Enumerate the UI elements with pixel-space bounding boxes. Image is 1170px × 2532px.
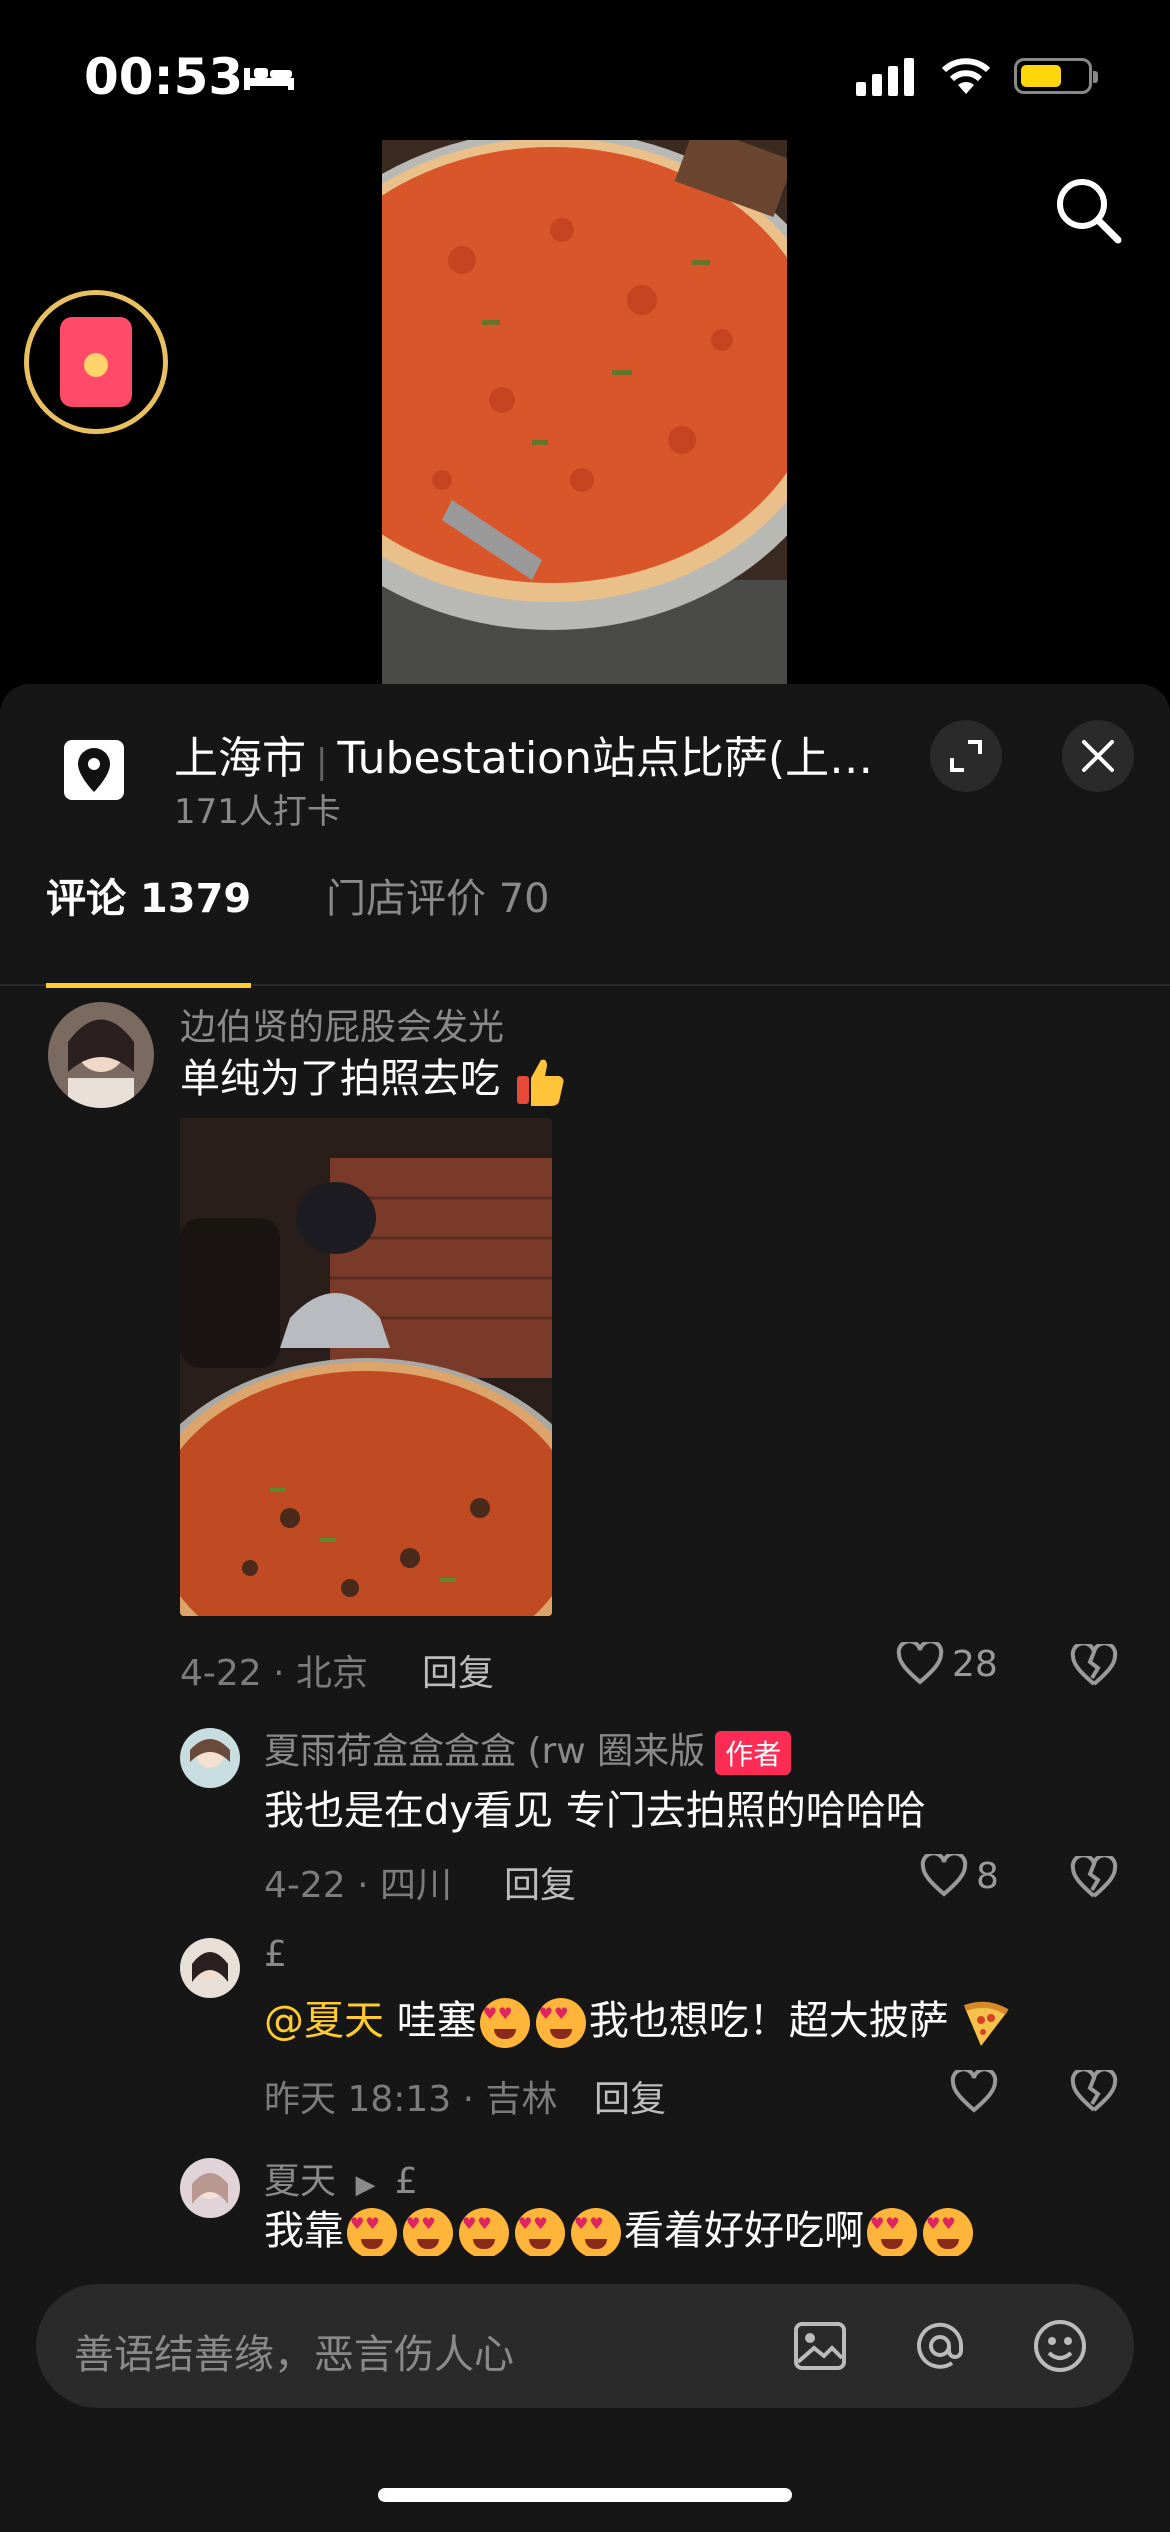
reply-date-location: 4-22 · 四川 [264, 1865, 453, 1906]
reply-button[interactable]: 回复 [594, 2070, 666, 2122]
heart-eyes-emoji-icon [535, 1998, 586, 2048]
comment-date-location: 4-22 · 北京 [180, 1653, 369, 1694]
reply-text: @夏天 哇塞 我也想吃！超大披萨 [264, 1988, 1011, 2048]
avatar[interactable] [180, 2158, 240, 2218]
heart-eyes-emoji-icon [403, 2208, 453, 2256]
tab-bar: 评论 1379 门店评价 70 [0, 864, 1170, 988]
video-thumbnail[interactable] [382, 140, 787, 685]
comment-photo[interactable] [180, 1118, 552, 1616]
search-icon [1057, 179, 1122, 244]
heart-eyes-emoji-icon [867, 2208, 917, 2256]
reply-username[interactable]: 夏雨荷盒盒盒盒 (rw 圈来版 作者 [264, 1722, 792, 1775]
expand-icon [950, 740, 982, 772]
tab-comments[interactable]: 评论 1379 [46, 864, 252, 988]
heart-icon [920, 1854, 968, 1897]
broken-heart-icon[interactable] [1070, 1856, 1118, 1900]
reply-to-username: £ [394, 2161, 418, 2202]
tab-comments-label: 评论 1379 [46, 876, 252, 922]
like-button[interactable]: 8 [920, 1854, 999, 1898]
reply-text-a: 我靠 [264, 2208, 344, 2254]
reply-button[interactable]: 回复 [422, 1644, 494, 1696]
wifi-icon [941, 58, 991, 94]
heart-icon[interactable] [950, 2070, 998, 2114]
at-mention-icon[interactable] [908, 2314, 972, 2378]
comment-input[interactable]: 善语结善缘，恶言伤人心 [36, 2284, 1134, 2408]
author-badge: 作者 [715, 1731, 792, 1775]
title-separator: | [316, 742, 328, 782]
mention-link[interactable]: @夏天 [264, 1998, 384, 2044]
heart-eyes-emoji-icon [479, 1998, 530, 2048]
status-bar: 00:53 [0, 0, 1170, 140]
red-packet-button[interactable] [24, 290, 168, 434]
tab-store-reviews-label: 门店评价 70 [326, 876, 550, 922]
comment-sheet: 上海市 | Tubestation站点比萨(上… 171人打卡 评论 1379 门店… [0, 684, 1170, 2532]
expand-button[interactable] [930, 720, 1002, 792]
broken-heart-icon[interactable] [1070, 1644, 1118, 1688]
reply-date-location: 昨天 18:13 · 吉林 [264, 2079, 558, 2120]
reply-username-text: 夏雨荷盒盒盒盒 (rw 圈来版 [264, 1731, 706, 1772]
reply-text-b: 看着好好吃啊 [624, 2208, 864, 2254]
location-title[interactable]: 上海市 | Tubestation站点比萨(上… [174, 722, 873, 786]
comment-text-content: 单纯为了拍照去吃 [180, 1056, 500, 1102]
comment-username[interactable]: 边伯贤的屁股会发光 [180, 998, 504, 1050]
reply-username-text: 夏天 [264, 2161, 337, 2202]
reply-text-a: 哇塞 [396, 1998, 477, 2044]
home-indicator[interactable] [378, 2488, 792, 2502]
close-button[interactable] [1062, 720, 1134, 792]
tab-store-reviews[interactable]: 门店评价 70 [326, 864, 550, 986]
broken-heart-icon[interactable] [1070, 2070, 1118, 2114]
comment-list: 边伯贤的屁股会发光 单纯为了拍照去吃 4-22 · 北京 回复 28 夏雨荷盒盒… [0, 988, 1170, 2256]
heart-icon [896, 1642, 944, 1685]
battery-icon [1014, 58, 1098, 94]
location-name: Tubestation站点比萨(上… [337, 733, 874, 784]
location-city: 上海市 [174, 733, 306, 784]
close-icon [1082, 740, 1114, 772]
heart-eyes-emoji-icon [923, 2208, 973, 2256]
like-count: 28 [952, 1643, 998, 1685]
avatar[interactable] [180, 1728, 240, 1788]
sleep-bed-icon [244, 68, 294, 90]
image-icon[interactable] [788, 2314, 852, 2378]
emoji-icon[interactable] [1028, 2314, 1092, 2378]
like-button[interactable]: 28 [896, 1642, 998, 1686]
pizza-emoji-icon [964, 2001, 1009, 2046]
thumbs-up-emoji-icon [516, 1059, 564, 1106]
location-pin-icon [64, 740, 124, 800]
comment-input-placeholder: 善语结善缘，恶言伤人心 [74, 2332, 514, 2378]
reply-text-b: 我也想吃！超大披萨 [588, 1998, 949, 2044]
heart-eyes-emoji-icon [347, 2208, 397, 2256]
reply-text: 我也是在dy看见 专门去拍照的哈哈哈 [264, 1788, 926, 1834]
avatar[interactable] [180, 1938, 240, 1998]
reply-text: 我靠 看着好好吃啊 [264, 2198, 976, 2256]
avatar[interactable] [48, 1002, 154, 1108]
reply-username[interactable]: £ [264, 1934, 287, 1975]
heart-eyes-emoji-icon [459, 2208, 509, 2256]
heart-eyes-emoji-icon [571, 2208, 621, 2256]
cellular-signal-icon [856, 58, 914, 96]
reply-button[interactable]: 回复 [504, 1856, 576, 1908]
reply-arrow-icon: ▶ [355, 2170, 376, 2200]
reply-username[interactable]: 夏天 ▶ £ [264, 2152, 418, 2204]
heart-eyes-emoji-icon [515, 2208, 565, 2256]
status-time: 00:53 [84, 48, 244, 106]
search-button[interactable] [1048, 170, 1128, 250]
red-packet-icon [60, 317, 132, 407]
checkin-count: 171人打卡 [174, 792, 341, 832]
like-count: 8 [976, 1855, 999, 1897]
comment-text: 单纯为了拍照去吃 [180, 1046, 567, 1108]
